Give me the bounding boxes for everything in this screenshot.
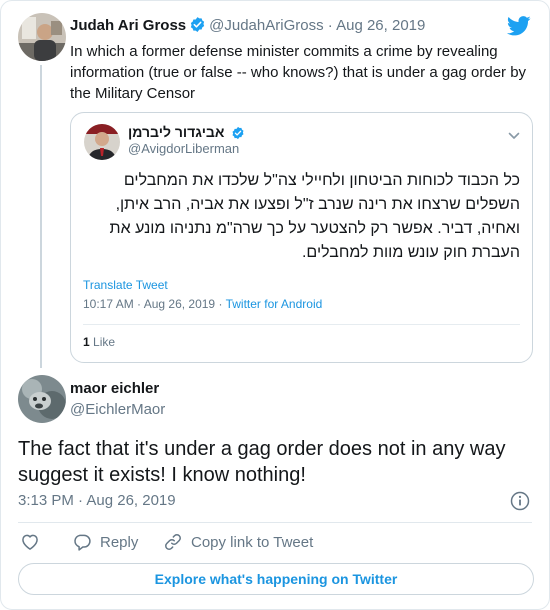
like-count-label: Like xyxy=(93,335,116,349)
quoted-author-handle[interactable]: @AvigdorLiberman xyxy=(128,141,239,156)
main-tweet-text: The fact that it's under a gag order doe… xyxy=(18,438,506,486)
quoted-tweet[interactable]: אביגדור ליברמן @AvigdorLiberman כל הכבוד… xyxy=(70,112,533,363)
tweet-source-link[interactable]: Twitter for Android xyxy=(226,297,323,311)
info-icon[interactable] xyxy=(510,491,530,516)
main-tweet-timestamp[interactable]: 3:13 PM · Aug 26, 2019 xyxy=(18,492,176,509)
quoted-tweet-meta: 10:17 AM · Aug 26, 2019 · Twitter for An… xyxy=(83,297,322,311)
chevron-down-icon[interactable] xyxy=(508,127,520,145)
parent-tweet-header: Judah Ari Gross @JudahAriGross · Aug 26, … xyxy=(70,16,425,37)
heart-icon xyxy=(20,532,40,552)
quoted-author-avatar[interactable] xyxy=(84,124,120,160)
reply-label: Reply xyxy=(100,533,139,551)
copy-link-button[interactable]: Copy link to Tweet xyxy=(163,532,313,552)
parent-tweet-date[interactable]: Aug 26, 2019 xyxy=(336,17,425,34)
parent-author-name[interactable]: Judah Ari Gross xyxy=(70,17,186,34)
like-button[interactable] xyxy=(20,532,40,552)
explore-twitter-button[interactable]: Explore what's happening on Twitter xyxy=(18,563,534,595)
quoted-divider xyxy=(83,324,520,325)
twitter-bird-icon[interactable] xyxy=(506,16,531,41)
translate-tweet-link[interactable]: Translate Tweet xyxy=(83,278,168,292)
header-separator: · xyxy=(327,17,333,34)
parent-author-avatar[interactable] xyxy=(18,13,66,61)
link-icon xyxy=(163,532,183,552)
quoted-author-name[interactable]: אביגדור ליברמן xyxy=(128,124,224,140)
main-author-name[interactable]: maor eichler xyxy=(70,380,159,397)
parent-author-handle[interactable]: @JudahAriGross xyxy=(209,17,323,34)
main-author-handle[interactable]: @EichlerMaor xyxy=(70,401,165,418)
copy-link-label: Copy link to Tweet xyxy=(191,533,314,551)
quoted-tweet-time[interactable]: 10:17 AM · Aug 26, 2019 xyxy=(83,297,215,311)
embedded-tweet-card: Judah Ari Gross @JudahAriGross · Aug 26, … xyxy=(0,0,550,610)
thread-connector-line xyxy=(40,65,42,368)
quoted-tweet-text: כל הכבוד לכוחות הביטחון ולחיילי צה"ל שלכ… xyxy=(109,172,520,261)
verified-badge-icon xyxy=(189,16,206,37)
speech-bubble-icon xyxy=(72,532,92,552)
like-count-number: 1 xyxy=(83,335,90,349)
quoted-like-count[interactable]: 1 Like xyxy=(83,335,115,349)
parent-tweet-text: In which a former defense minister commi… xyxy=(70,43,527,102)
main-author-avatar[interactable] xyxy=(18,375,66,423)
reply-button[interactable]: Reply xyxy=(72,532,138,552)
main-divider xyxy=(18,522,532,523)
